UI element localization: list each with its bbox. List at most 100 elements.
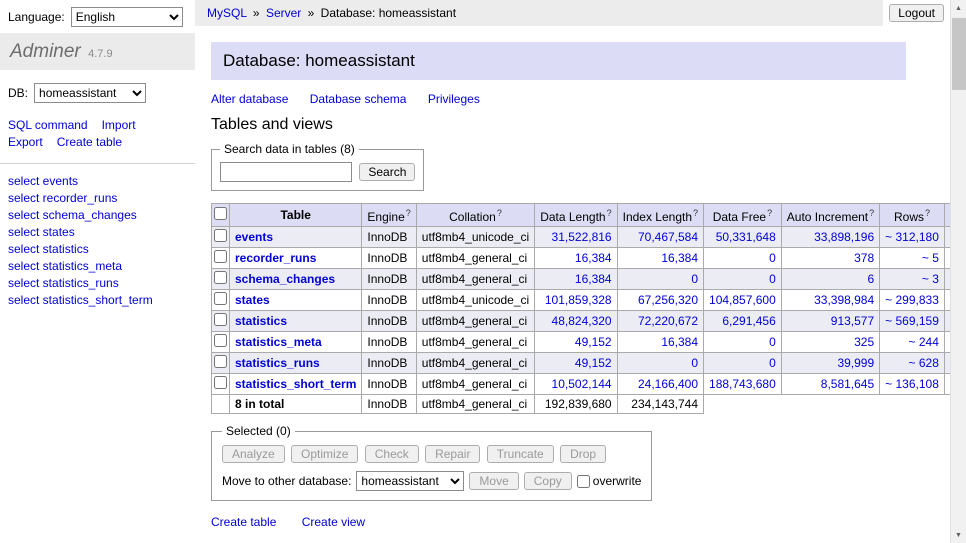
alter-database-link[interactable]: Alter database bbox=[211, 92, 288, 106]
help-icon[interactable]: ? bbox=[406, 208, 411, 218]
column-header-engine[interactable]: Engine? bbox=[362, 204, 416, 227]
row-checkbox[interactable] bbox=[214, 355, 227, 368]
row-checkbox[interactable] bbox=[214, 334, 227, 347]
search-input[interactable] bbox=[220, 162, 352, 182]
scroll-down-arrow-icon[interactable]: ▼ bbox=[951, 527, 966, 543]
search-button[interactable]: Search bbox=[359, 163, 415, 181]
data-length-link[interactable]: 48,824,320 bbox=[552, 314, 612, 328]
column-header-rows[interactable]: Rows? bbox=[880, 204, 945, 227]
table-name-link[interactable]: statistics_meta bbox=[235, 335, 322, 349]
table-name-link[interactable]: recorder_runs bbox=[235, 251, 316, 265]
table-name-link[interactable]: statistics bbox=[235, 314, 287, 328]
sidebar-link-export[interactable]: Export bbox=[8, 135, 43, 149]
column-header-index-length[interactable]: Index Length? bbox=[617, 204, 703, 227]
sidebar-item-select-events[interactable]: select events bbox=[8, 173, 187, 189]
table-name-link[interactable]: states bbox=[235, 293, 270, 307]
auto-increment-link[interactable]: 6 bbox=[867, 272, 874, 286]
sidebar-item-select-statistics-runs[interactable]: select statistics_runs bbox=[8, 275, 187, 291]
sidebar-item-select-statistics[interactable]: select statistics bbox=[8, 241, 187, 257]
help-icon[interactable]: ? bbox=[693, 208, 698, 218]
auto-increment-link[interactable]: 33,898,196 bbox=[814, 230, 874, 244]
data-free-link[interactable]: 188,743,680 bbox=[709, 377, 776, 391]
db-select[interactable]: homeassistant bbox=[34, 83, 146, 103]
rows-link[interactable]: ~ 244 bbox=[909, 335, 939, 349]
sidebar-item-select-statistics-short-term[interactable]: select statistics_short_term bbox=[8, 292, 187, 308]
index-length-link[interactable]: 72,220,672 bbox=[638, 314, 698, 328]
index-length-link[interactable]: 0 bbox=[691, 272, 698, 286]
data-length-link[interactable]: 10,502,144 bbox=[552, 377, 612, 391]
row-checkbox[interactable] bbox=[214, 376, 227, 389]
select-all-checkbox[interactable] bbox=[214, 207, 227, 220]
rows-link[interactable]: ~ 628 bbox=[909, 356, 939, 370]
sidebar-link-import[interactable]: Import bbox=[102, 118, 136, 132]
sidebar-link-sql-command[interactable]: SQL command bbox=[8, 118, 88, 132]
column-header-collation[interactable]: Collation? bbox=[416, 204, 534, 227]
index-length-link[interactable]: 70,467,584 bbox=[638, 230, 698, 244]
rows-link[interactable]: ~ 136,108 bbox=[885, 377, 939, 391]
move-button[interactable]: Move bbox=[469, 472, 518, 490]
index-length-link[interactable]: 67,256,320 bbox=[638, 293, 698, 307]
index-length-link[interactable]: 0 bbox=[691, 356, 698, 370]
privileges-link[interactable]: Privileges bbox=[428, 92, 480, 106]
help-icon[interactable]: ? bbox=[925, 208, 930, 218]
breadcrumb-mysql-link[interactable]: MySQL bbox=[207, 6, 247, 20]
help-icon[interactable]: ? bbox=[607, 208, 612, 218]
auto-increment-link[interactable]: 33,398,984 bbox=[814, 293, 874, 307]
table-name-link[interactable]: schema_changes bbox=[235, 272, 335, 286]
optimize-button[interactable]: Optimize bbox=[291, 445, 358, 463]
data-length-link[interactable]: 49,152 bbox=[575, 356, 612, 370]
language-select[interactable]: English bbox=[71, 7, 183, 27]
check-button[interactable]: Check bbox=[365, 445, 419, 463]
help-icon[interactable]: ? bbox=[767, 208, 772, 218]
data-free-link[interactable]: 0 bbox=[769, 335, 776, 349]
row-checkbox[interactable] bbox=[214, 313, 227, 326]
row-checkbox[interactable] bbox=[214, 250, 227, 263]
database-schema-link[interactable]: Database schema bbox=[310, 92, 407, 106]
breadcrumb-server-link[interactable]: Server bbox=[266, 6, 301, 20]
auto-increment-link[interactable]: 39,999 bbox=[837, 356, 874, 370]
index-length-link[interactable]: 16,384 bbox=[661, 251, 698, 265]
move-database-select[interactable]: homeassistant bbox=[356, 471, 464, 491]
row-checkbox[interactable] bbox=[214, 271, 227, 284]
column-header-auto-increment[interactable]: Auto Increment? bbox=[781, 204, 879, 227]
data-length-link[interactable]: 101,859,328 bbox=[545, 293, 612, 307]
create-view-link[interactable]: Create view bbox=[302, 515, 365, 529]
data-free-link[interactable]: 0 bbox=[769, 272, 776, 286]
table-name-link[interactable]: statistics_runs bbox=[235, 356, 320, 370]
repair-button[interactable]: Repair bbox=[425, 445, 480, 463]
rows-link[interactable]: ~ 299,833 bbox=[885, 293, 939, 307]
row-checkbox[interactable] bbox=[214, 229, 227, 242]
rows-link[interactable]: ~ 312,180 bbox=[885, 230, 939, 244]
data-length-link[interactable]: 31,522,816 bbox=[552, 230, 612, 244]
sidebar-item-select-states[interactable]: select states bbox=[8, 224, 187, 240]
column-header-data-free[interactable]: Data Free? bbox=[704, 204, 782, 227]
create-table-link[interactable]: Create table bbox=[211, 515, 276, 529]
sidebar-link-create-table[interactable]: Create table bbox=[57, 135, 122, 149]
data-length-link[interactable]: 16,384 bbox=[575, 272, 612, 286]
auto-increment-link[interactable]: 378 bbox=[854, 251, 874, 265]
logout-button[interactable]: Logout bbox=[889, 4, 944, 22]
sidebar-item-select-recorder-runs[interactable]: select recorder_runs bbox=[8, 190, 187, 206]
index-length-link[interactable]: 24,166,400 bbox=[638, 377, 698, 391]
column-header-data-length[interactable]: Data Length? bbox=[535, 204, 617, 227]
table-name-link[interactable]: events bbox=[235, 230, 273, 244]
sidebar-item-select-schema-changes[interactable]: select schema_changes bbox=[8, 207, 187, 223]
help-icon[interactable]: ? bbox=[869, 208, 874, 218]
drop-button[interactable]: Drop bbox=[560, 445, 606, 463]
data-free-link[interactable]: 6,291,456 bbox=[722, 314, 775, 328]
help-icon[interactable]: ? bbox=[497, 208, 502, 218]
auto-increment-link[interactable]: 8,581,645 bbox=[821, 377, 874, 391]
overwrite-checkbox[interactable] bbox=[577, 475, 590, 488]
data-free-link[interactable]: 0 bbox=[769, 251, 776, 265]
rows-link[interactable]: ~ 5 bbox=[922, 251, 939, 265]
rows-link[interactable]: ~ 3 bbox=[922, 272, 939, 286]
data-free-link[interactable]: 0 bbox=[769, 356, 776, 370]
sidebar-item-select-statistics-meta[interactable]: select statistics_meta bbox=[8, 258, 187, 274]
data-length-link[interactable]: 16,384 bbox=[575, 251, 612, 265]
analyze-button[interactable]: Analyze bbox=[222, 445, 285, 463]
scrollbar-thumb[interactable] bbox=[952, 18, 966, 90]
scroll-up-arrow-icon[interactable]: ▲ bbox=[951, 0, 966, 16]
index-length-link[interactable]: 16,384 bbox=[661, 335, 698, 349]
rows-link[interactable]: ~ 569,159 bbox=[885, 314, 939, 328]
column-header-table[interactable]: Table bbox=[230, 204, 362, 227]
